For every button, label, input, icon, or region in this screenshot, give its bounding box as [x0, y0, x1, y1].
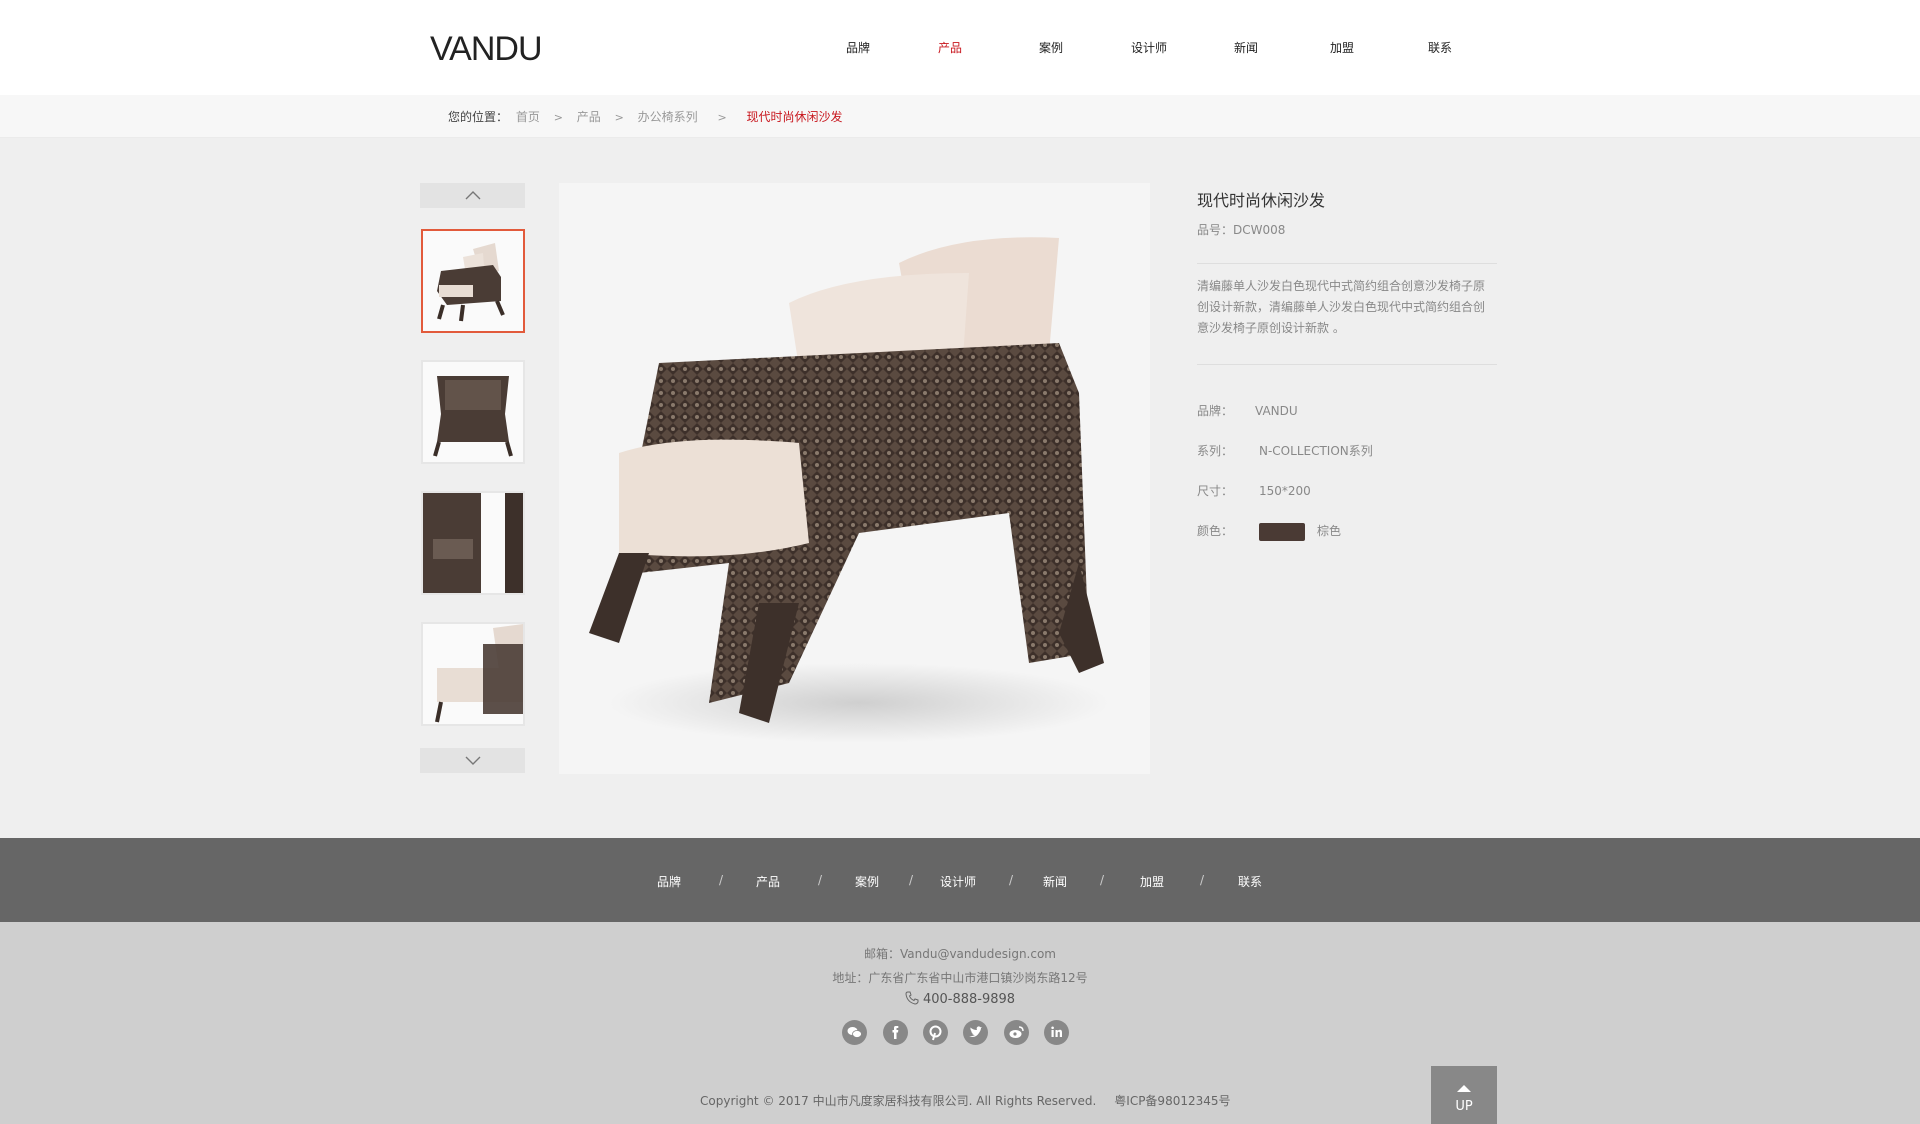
footer-nav-separator: / — [1100, 873, 1105, 887]
footer-phone[interactable]: 400-888-9898 — [923, 992, 1015, 1007]
nav-item-brand[interactable]: 品牌 — [846, 39, 870, 56]
thumb-scroll-down-button[interactable] — [420, 748, 525, 773]
breadcrumb-bar: 您的位置： 首页 > 产品 > 办公椅系列 > 现代时尚休闲沙发 — [0, 95, 1920, 138]
scroll-to-top-label: UP — [1455, 1099, 1473, 1114]
breadcrumb-current: 现代时尚休闲沙发 — [746, 110, 843, 124]
twitter-icon[interactable] — [963, 1020, 988, 1045]
footer-nav-separator: / — [909, 873, 914, 887]
spec-series: 系列： N-COLLECTION系列 — [1197, 442, 1373, 459]
product-specs: 品牌： VANDU 系列： N-COLLECTION系列 尺寸： 150*200 颜色… — [1197, 402, 1517, 552]
chair-back-thumbnail — [423, 362, 523, 462]
spec-size-label: 尺寸： — [1197, 484, 1234, 498]
spec-color-value: 棕色 — [1317, 524, 1342, 538]
thumb-scroll-up-button[interactable] — [420, 183, 525, 208]
footer-nav-designers[interactable]: 设计师 — [940, 873, 976, 890]
breadcrumb-home[interactable]: 首页 — [516, 110, 540, 124]
thumbnail-1[interactable] — [421, 229, 525, 333]
product-code: 品号：DCW008 — [1197, 223, 1286, 237]
color-swatch[interactable] — [1259, 522, 1305, 541]
chair-side-thumbnail — [423, 493, 523, 593]
footer-nav: 品牌 / 产品 / 案例 / 设计师 / 新闻 / 加盟 / 联系 — [0, 838, 1920, 922]
rattan-armchair-image — [589, 237, 1109, 743]
weibo-icon[interactable] — [1004, 1020, 1029, 1045]
spec-size-value: 150*200 — [1259, 484, 1311, 498]
spec-series-label: 系列： — [1197, 444, 1234, 458]
footer-nav-join[interactable]: 加盟 — [1140, 873, 1164, 890]
phone-icon — [905, 991, 919, 1005]
footer-nav-brand[interactable]: 品牌 — [657, 873, 681, 890]
facebook-icon[interactable] — [883, 1020, 908, 1045]
nav-item-products[interactable]: 产品 — [938, 39, 962, 56]
thumbnail-3[interactable] — [421, 491, 525, 595]
pinterest-icon[interactable] — [923, 1020, 948, 1045]
breadcrumb: 您的位置： 首页 > 产品 > 办公椅系列 > 现代时尚休闲沙发 — [448, 108, 843, 125]
breadcrumb-office-chairs[interactable]: 办公椅系列 — [638, 110, 698, 124]
main-nav: 品牌 产品 案例 设计师 新闻 加盟 联系 — [0, 39, 1920, 59]
chair-detail-thumbnail — [423, 624, 523, 724]
footer-address: 地址：广东省广东省中山市港口镇沙岗东路12号 — [832, 971, 1088, 985]
footer-email: 邮箱：Vandu@vandudesign.com — [864, 947, 1056, 961]
thumbnail-4[interactable] — [421, 622, 525, 726]
divider — [1197, 364, 1497, 365]
product-info: 现代时尚休闲沙发 品号：DCW008 清编藤单人沙发白色现代中式简约组合创意沙发… — [1197, 183, 1497, 365]
spec-color-label: 颜色： — [1197, 524, 1234, 538]
nav-item-contact[interactable]: 联系 — [1428, 39, 1452, 56]
footer-nav-news[interactable]: 新闻 — [1043, 873, 1067, 890]
footer-nav-separator: / — [1200, 873, 1205, 887]
footer-phone-row: 400-888-9898 — [0, 991, 1920, 1007]
chevron-up-icon — [465, 191, 481, 200]
spec-brand: 品牌： VANDU — [1197, 402, 1298, 419]
spec-brand-label: 品牌： — [1197, 404, 1234, 418]
divider — [1197, 263, 1497, 264]
nav-item-designers[interactable]: 设计师 — [1131, 39, 1167, 56]
copyright: Copyright © 2017 中山市凡度家居科技有限公司. All Righ… — [700, 1092, 1231, 1109]
linkedin-icon[interactable] — [1044, 1020, 1069, 1045]
breadcrumb-products[interactable]: 产品 — [577, 110, 601, 124]
scroll-to-top-button[interactable]: UP — [1431, 1066, 1497, 1124]
footer-nav-separator: / — [818, 873, 823, 887]
product-main-image — [559, 183, 1150, 774]
breadcrumb-lead: 您的位置： — [448, 110, 509, 124]
footer-nav-contact[interactable]: 联系 — [1238, 873, 1262, 890]
footer: 邮箱：Vandu@vandudesign.com 地址：广东省广东省中山市港口镇… — [0, 922, 1920, 1124]
wechat-icon[interactable] — [842, 1020, 867, 1045]
footer-nav-cases[interactable]: 案例 — [855, 873, 879, 890]
chevron-right-icon: > — [614, 111, 624, 124]
chevron-right-icon: > — [553, 111, 563, 124]
spec-brand-value: VANDU — [1255, 404, 1298, 418]
chevron-right-icon: > — [717, 111, 727, 124]
footer-nav-separator: / — [719, 873, 724, 887]
product-title: 现代时尚休闲沙发 — [1197, 191, 1326, 210]
spec-color: 颜色： 棕色 — [1197, 522, 1341, 541]
product-description: 清编藤单人沙发白色现代中式简约组合创意沙发椅子原创设计新款，清编藤单人沙发白色现… — [1197, 279, 1486, 335]
icp-number[interactable]: 粤ICP备98012345号 — [1114, 1094, 1230, 1108]
thumbnail-2[interactable] — [421, 360, 525, 464]
social-links — [0, 1020, 1920, 1046]
chevron-down-icon — [465, 756, 481, 765]
nav-item-news[interactable]: 新闻 — [1234, 39, 1258, 56]
nav-item-cases[interactable]: 案例 — [1039, 39, 1063, 56]
footer-nav-separator: / — [1009, 873, 1014, 887]
copyright-text: Copyright © 2017 中山市凡度家居科技有限公司. All Righ… — [700, 1094, 1097, 1108]
footer-nav-products[interactable]: 产品 — [756, 873, 780, 890]
spec-series-value: N-COLLECTION系列 — [1259, 444, 1373, 458]
header: VANDU 品牌 产品 案例 设计师 新闻 加盟 联系 — [0, 0, 1920, 95]
spec-size: 尺寸： 150*200 — [1197, 482, 1311, 499]
chair-front-thumbnail — [423, 231, 523, 331]
nav-item-join[interactable]: 加盟 — [1330, 39, 1354, 56]
